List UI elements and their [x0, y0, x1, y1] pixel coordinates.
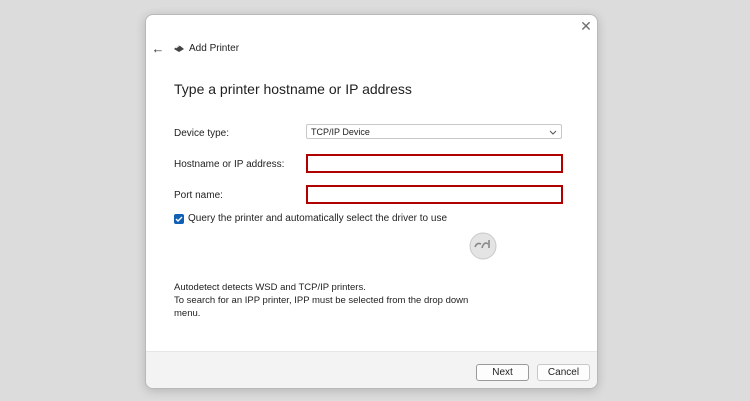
query-printer-checkbox[interactable] — [174, 214, 184, 224]
dialog-title: Add Printer — [189, 43, 240, 54]
info-text-line-1: Autodetect detects WSD and TCP/IP printe… — [174, 282, 366, 293]
checkmark-icon — [175, 216, 183, 222]
device-type-value: TCP/IP Device — [311, 127, 370, 137]
hostname-input[interactable] — [306, 154, 563, 173]
port-name-label: Port name: — [174, 190, 223, 201]
page-heading: Type a printer hostname or IP address — [174, 81, 412, 97]
info-text-line-3: menu. — [174, 308, 201, 319]
printer-icon — [174, 44, 184, 52]
query-printer-label[interactable]: Query the printer and automatically sele… — [188, 213, 447, 224]
back-arrow-icon[interactable]: ← — [150, 41, 166, 57]
chevron-down-icon — [549, 130, 557, 135]
device-type-label: Device type: — [174, 128, 230, 139]
watermark-logo — [469, 232, 497, 260]
device-type-dropdown[interactable]: TCP/IP Device — [306, 124, 562, 139]
hostname-label: Hostname or IP address: — [174, 159, 285, 170]
info-text-line-2: To search for an IPP printer, IPP must b… — [174, 295, 469, 306]
close-icon[interactable]: ✕ — [578, 18, 594, 34]
next-button[interactable]: Next — [476, 364, 529, 381]
cancel-button[interactable]: Cancel — [537, 364, 590, 381]
add-printer-dialog: ✕ ← Add Printer Type a printer hostname … — [145, 14, 598, 389]
dialog-footer: Next Cancel — [146, 351, 597, 388]
port-name-input[interactable] — [306, 185, 563, 204]
